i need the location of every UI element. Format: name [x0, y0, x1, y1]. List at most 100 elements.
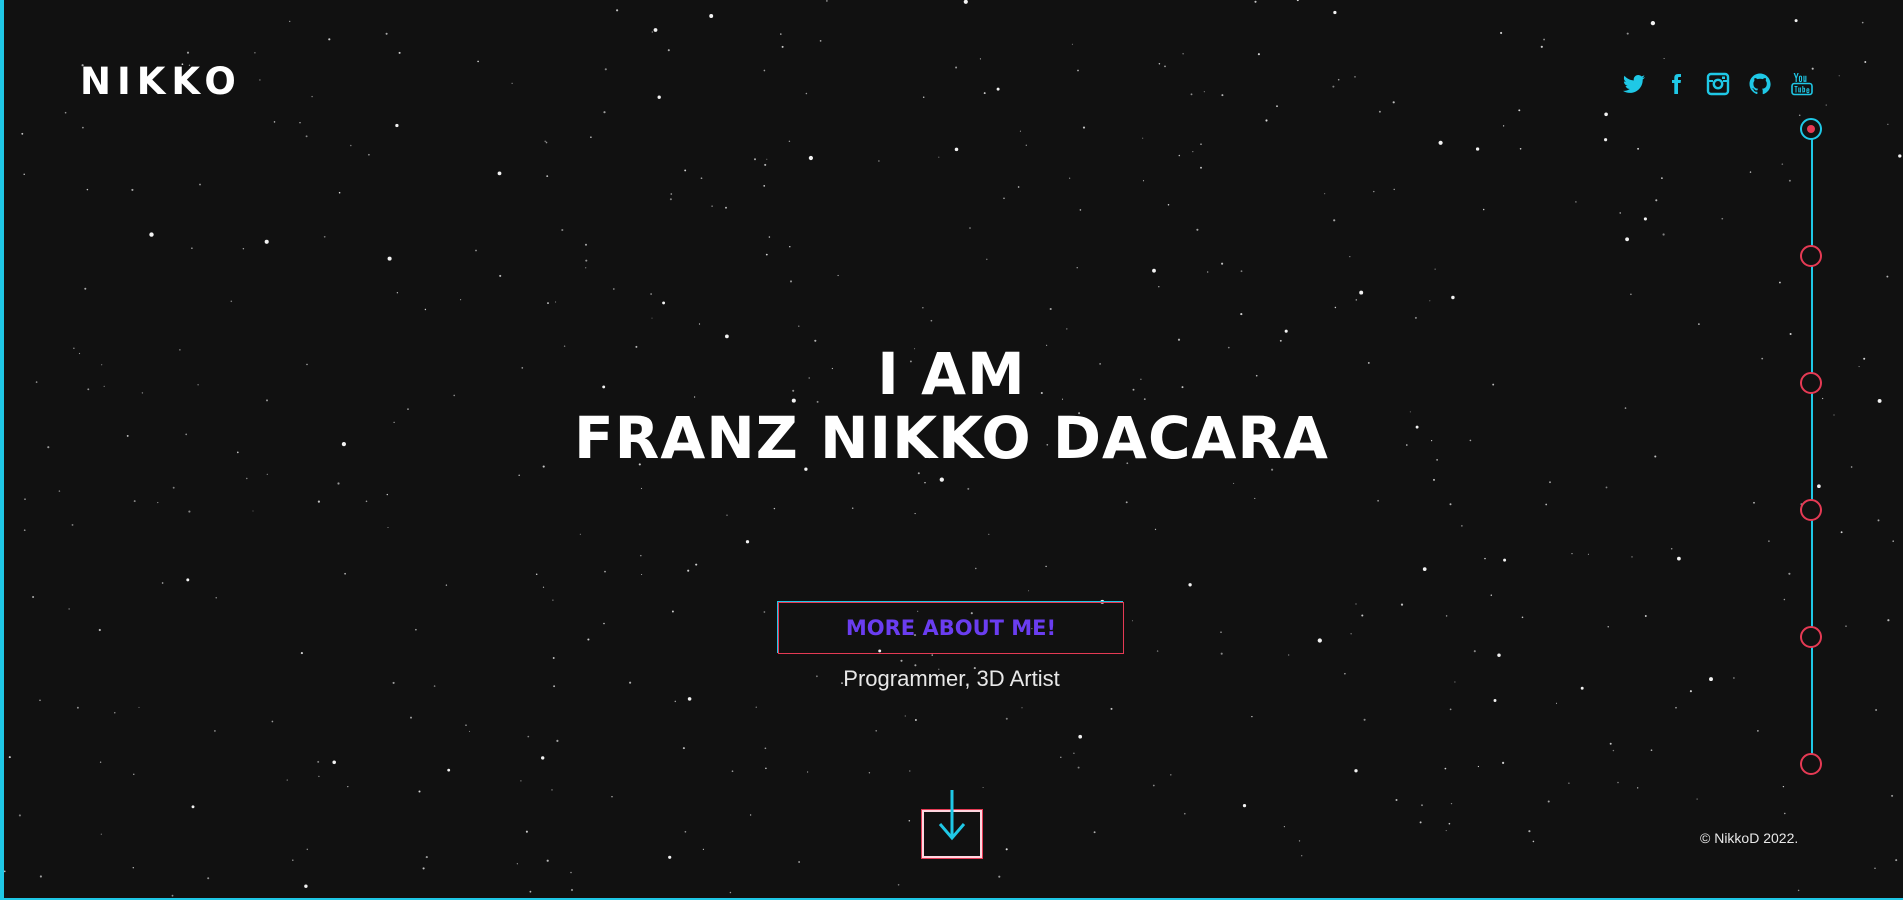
star [798, 861, 800, 863]
star [570, 888, 574, 892]
star [1254, 497, 1256, 499]
star [1073, 752, 1075, 755]
star [764, 747, 767, 750]
star [798, 325, 800, 327]
star [99, 761, 102, 763]
star [131, 188, 134, 191]
star [1788, 572, 1791, 575]
star [780, 33, 782, 35]
github-icon[interactable] [1746, 70, 1774, 98]
star [788, 140, 791, 143]
star [344, 572, 346, 575]
star [1184, 812, 1186, 815]
star [18, 814, 21, 817]
star [662, 301, 666, 305]
star [305, 135, 308, 138]
star [1607, 626, 1609, 628]
star [544, 140, 546, 143]
star [1477, 765, 1480, 768]
star [1630, 293, 1632, 296]
star [1571, 552, 1573, 555]
instagram-icon[interactable] [1704, 70, 1732, 98]
star [1493, 699, 1497, 702]
more-about-me-button[interactable]: MORE ABOUT ME! [778, 602, 1124, 654]
star [1298, 840, 1301, 842]
star [171, 894, 174, 897]
star [1643, 217, 1647, 221]
youtube-icon[interactable] [1788, 70, 1816, 98]
star [317, 500, 320, 503]
timeline-dot-6[interactable] [1800, 753, 1822, 775]
timeline-dot-4[interactable] [1800, 499, 1822, 521]
star [191, 805, 195, 809]
star [702, 848, 705, 851]
star [695, 563, 698, 566]
twitter-icon[interactable] [1620, 70, 1648, 98]
star [1797, 889, 1800, 892]
star [1789, 332, 1792, 336]
star [299, 122, 301, 124]
star [982, 786, 984, 789]
star [1887, 123, 1889, 125]
star [1518, 109, 1521, 112]
star [700, 177, 703, 180]
star [765, 253, 768, 256]
star [1164, 65, 1166, 68]
star [684, 830, 687, 833]
star [979, 58, 981, 60]
star [286, 779, 288, 781]
star [1220, 652, 1223, 655]
timeline-dot-3[interactable] [1800, 372, 1822, 394]
star [1568, 782, 1570, 784]
star [58, 490, 61, 492]
star [1355, 299, 1358, 301]
star [763, 69, 766, 72]
star [674, 700, 677, 703]
star [1473, 650, 1476, 653]
star [3, 870, 6, 873]
copyright-text: © NikkoD 2022. [1700, 830, 1799, 846]
star [84, 287, 87, 290]
star [924, 482, 926, 484]
star [1587, 553, 1589, 555]
star [347, 785, 349, 788]
star [657, 95, 661, 99]
star [1025, 144, 1027, 146]
star [1475, 147, 1480, 151]
star [497, 171, 502, 176]
star [612, 288, 615, 290]
star [545, 141, 548, 144]
star [300, 652, 303, 655]
star [1840, 531, 1843, 534]
star [422, 867, 425, 870]
timeline-dot-5[interactable] [1800, 626, 1822, 648]
star [527, 735, 530, 738]
star [585, 259, 588, 262]
star [789, 246, 791, 248]
star [1076, 267, 1078, 269]
star [191, 247, 193, 249]
star [998, 875, 1001, 878]
star [1045, 565, 1047, 568]
star [988, 533, 990, 535]
star [1354, 76, 1356, 78]
star [1549, 481, 1551, 484]
star [1192, 150, 1194, 153]
star [1445, 830, 1447, 832]
site-logo[interactable]: NIKKO [80, 62, 242, 102]
star [1182, 53, 1184, 55]
star [1178, 154, 1181, 157]
star [447, 768, 451, 772]
timeline-dot-2[interactable] [1800, 245, 1822, 267]
facebook-icon[interactable] [1662, 70, 1690, 98]
star [1069, 177, 1071, 179]
star [332, 760, 336, 765]
star [1337, 78, 1340, 81]
star [1784, 812, 1786, 815]
star [1644, 615, 1647, 617]
timeline-dot-1[interactable] [1800, 118, 1822, 140]
star [246, 477, 248, 480]
star [765, 767, 767, 770]
star [611, 795, 613, 798]
star [328, 38, 331, 41]
